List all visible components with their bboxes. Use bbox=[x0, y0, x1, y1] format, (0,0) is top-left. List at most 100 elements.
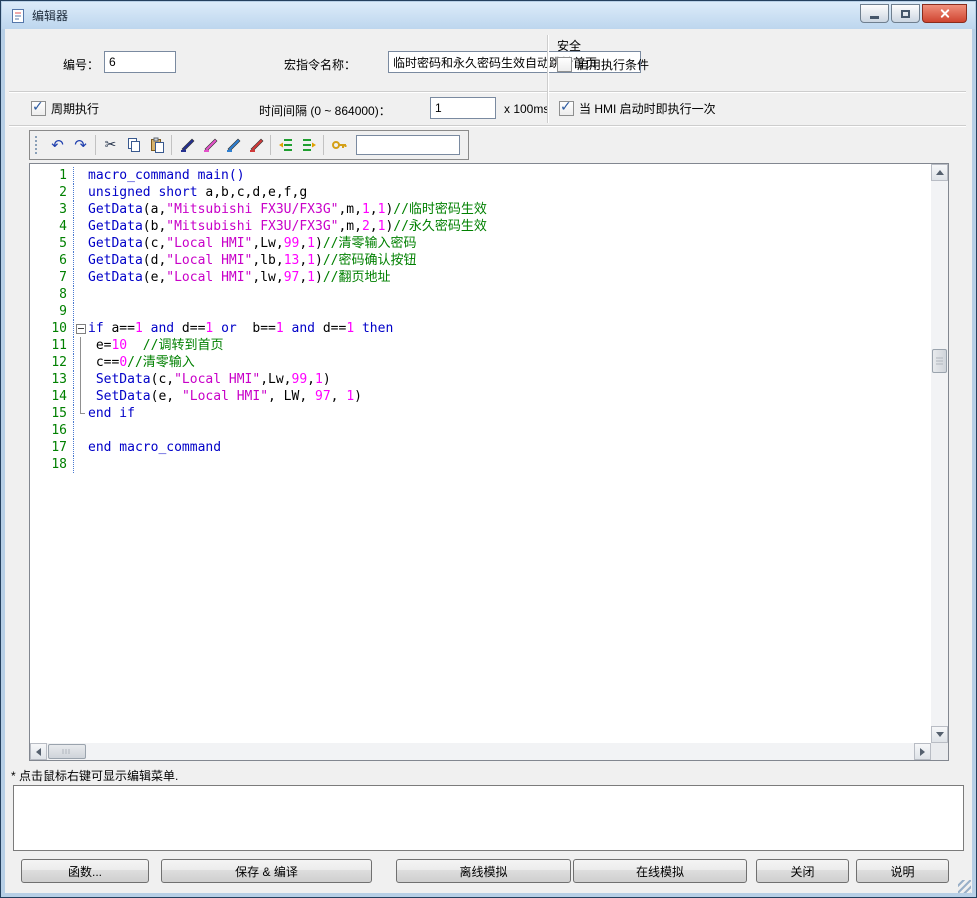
undo-icon[interactable]: ↶ bbox=[46, 133, 69, 157]
enable-condition-checkbox[interactable] bbox=[557, 57, 572, 72]
line-number: 14 bbox=[30, 388, 74, 405]
code-text: end macro_command bbox=[88, 439, 221, 456]
code-line[interactable]: 1macro_command main() bbox=[30, 167, 931, 184]
copy-icon[interactable] bbox=[122, 133, 145, 157]
code-line[interactable]: 3GetData(a,"Mitsubishi FX3U/FX3G",m,1,1)… bbox=[30, 201, 931, 218]
close-button[interactable]: 关闭 bbox=[756, 859, 849, 883]
separator bbox=[9, 91, 966, 93]
code-line[interactable]: 16 bbox=[30, 422, 931, 439]
fold-column bbox=[74, 286, 88, 303]
toolbar-grip[interactable] bbox=[35, 136, 41, 154]
fold-column bbox=[74, 388, 88, 405]
toolbar-separator bbox=[95, 135, 96, 155]
line-number: 1 bbox=[30, 167, 74, 184]
list-prev-icon[interactable] bbox=[274, 133, 297, 157]
enable-condition-label: 启用执行条件 bbox=[577, 56, 649, 73]
horizontal-scroll-thumb[interactable] bbox=[48, 744, 86, 759]
interval-input[interactable] bbox=[430, 97, 496, 119]
help-button[interactable]: 说明 bbox=[856, 859, 949, 883]
pen-magenta-icon[interactable] bbox=[198, 133, 221, 157]
code-line[interactable]: 12 c==0//清零输入 bbox=[30, 354, 931, 371]
code-line[interactable]: 10if a==1 and d==1 or b==1 and d==1 then bbox=[30, 320, 931, 337]
code-line[interactable]: 9 bbox=[30, 303, 931, 320]
run-on-startup-label: 当 HMI 启动时即执行一次 bbox=[579, 100, 716, 117]
arrow-down-icon bbox=[936, 732, 944, 737]
paste-icon[interactable] bbox=[145, 133, 168, 157]
code-line[interactable]: 14 SetData(e, "Local HMI", LW, 97, 1) bbox=[30, 388, 931, 405]
periodic-checkbox[interactable] bbox=[31, 101, 46, 116]
code-text: unsigned short a,b,c,d,e,f,g bbox=[88, 184, 307, 201]
pen-red-icon[interactable] bbox=[244, 133, 267, 157]
fold-column bbox=[74, 371, 88, 388]
save-compile-button[interactable]: 保存 & 编译 bbox=[161, 859, 372, 883]
cut-icon[interactable]: ✂ bbox=[99, 133, 122, 157]
code-line[interactable]: 2unsigned short a,b,c,d,e,f,g bbox=[30, 184, 931, 201]
code-line[interactable]: 8 bbox=[30, 286, 931, 303]
pen-blue-icon[interactable] bbox=[221, 133, 244, 157]
line-number: 7 bbox=[30, 269, 74, 286]
titlebar[interactable]: 编辑器 bbox=[2, 2, 975, 29]
redo-icon[interactable]: ↷ bbox=[69, 133, 92, 157]
online-sim-button[interactable]: 在线模拟 bbox=[573, 859, 747, 883]
macro-number-input[interactable] bbox=[104, 51, 176, 73]
run-on-startup-checkbox[interactable] bbox=[559, 101, 574, 116]
key-icon[interactable] bbox=[327, 133, 350, 157]
code-line[interactable]: 18 bbox=[30, 456, 931, 473]
offline-sim-button[interactable]: 离线模拟 bbox=[396, 859, 571, 883]
fold-column bbox=[74, 184, 88, 201]
message-area[interactable] bbox=[13, 785, 964, 851]
line-number: 10 bbox=[30, 320, 74, 337]
line-number: 18 bbox=[30, 456, 74, 473]
code-editor-lines[interactable]: 1macro_command main()2unsigned short a,b… bbox=[30, 164, 931, 743]
code-line[interactable]: 13 SetData(c,"Local HMI",Lw,99,1) bbox=[30, 371, 931, 388]
line-number: 3 bbox=[30, 201, 74, 218]
code-text: SetData(c,"Local HMI",Lw,99,1) bbox=[88, 371, 331, 388]
pen-navy-icon[interactable] bbox=[175, 133, 198, 157]
arrow-left-icon bbox=[36, 748, 41, 756]
fold-column bbox=[74, 422, 88, 439]
code-line[interactable]: 7 GetData(e,"Local HMI",lw,97,1)//翻页地址 bbox=[30, 269, 931, 286]
horizontal-scrollbar[interactable] bbox=[30, 743, 931, 760]
window-close-button[interactable] bbox=[922, 4, 967, 23]
fold-column bbox=[74, 269, 88, 286]
line-number: 9 bbox=[30, 303, 74, 320]
fold-toggle-icon[interactable] bbox=[74, 320, 88, 337]
code-editor: 1macro_command main()2unsigned short a,b… bbox=[29, 163, 949, 761]
scroll-left-button[interactable] bbox=[30, 743, 47, 760]
code-line[interactable]: 6GetData(d,"Local HMI",lb,13,1)//密码确认按钮 bbox=[30, 252, 931, 269]
fold-column bbox=[74, 456, 88, 473]
code-line[interactable]: 11 e=10 //调转到首页 bbox=[30, 337, 931, 354]
macro-name-label: 宏指令名称： bbox=[284, 56, 356, 73]
minimize-button[interactable] bbox=[860, 4, 889, 23]
fold-column bbox=[74, 218, 88, 235]
line-number: 4 bbox=[30, 218, 74, 235]
scroll-right-button[interactable] bbox=[914, 743, 931, 760]
fold-column bbox=[74, 252, 88, 269]
line-number: 8 bbox=[30, 286, 74, 303]
vertical-scroll-thumb[interactable] bbox=[932, 349, 947, 373]
scroll-down-button[interactable] bbox=[931, 726, 948, 743]
maximize-button[interactable] bbox=[891, 4, 920, 23]
toolbar: ↶ ↷ ✂ bbox=[29, 130, 469, 160]
code-line[interactable]: 17end macro_command bbox=[30, 439, 931, 456]
fold-column bbox=[74, 354, 88, 371]
vertical-scrollbar[interactable] bbox=[931, 164, 948, 743]
list-next-icon[interactable] bbox=[297, 133, 320, 157]
resize-grip-icon[interactable] bbox=[958, 880, 971, 893]
interval-unit-label: x 100ms bbox=[504, 102, 549, 116]
code-line[interactable]: 5GetData(c,"Local HMI",Lw,99,1)//清零输入密码 bbox=[30, 235, 931, 252]
code-line[interactable]: 15end if bbox=[30, 405, 931, 422]
arrow-up-icon bbox=[936, 170, 944, 175]
code-text: GetData(e,"Local HMI",lw,97,1)//翻页地址 bbox=[88, 269, 390, 286]
scroll-up-button[interactable] bbox=[931, 164, 948, 181]
separator bbox=[547, 35, 549, 123]
minimize-icon bbox=[870, 16, 879, 19]
line-number: 16 bbox=[30, 422, 74, 439]
window-icon bbox=[10, 8, 26, 24]
fold-column bbox=[74, 337, 88, 354]
number-label: 编号： bbox=[63, 56, 99, 73]
functions-button[interactable]: 函数... bbox=[21, 859, 149, 883]
fold-column bbox=[74, 201, 88, 218]
code-line[interactable]: 4GetData(b,"Mitsubishi FX3U/FX3G",m,2,1)… bbox=[30, 218, 931, 235]
toolbar-search-input[interactable] bbox=[356, 135, 460, 155]
